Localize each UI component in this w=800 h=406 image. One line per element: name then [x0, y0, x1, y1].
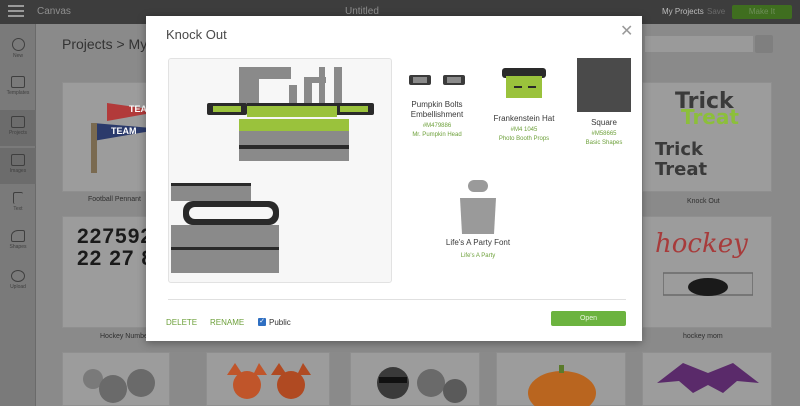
project-preview	[168, 58, 392, 283]
project-details-modal: Knock Out ✕ Pumpkin Bolts Embellishment …	[146, 16, 642, 341]
modal-divider	[168, 299, 626, 300]
save-link[interactable]: Save	[707, 7, 725, 16]
rail-label: Images	[9, 168, 27, 174]
shapes-icon	[11, 230, 25, 242]
project-preview-art	[171, 67, 374, 273]
component-cartridge[interactable]: Mr. Pumpkin Head	[395, 131, 479, 140]
left-rail: New Templates Projects Images Text Shape…	[0, 24, 36, 406]
component-cartridge[interactable]: Photo Booth Props	[482, 135, 566, 144]
rail-item-projects[interactable]: Projects	[0, 110, 36, 146]
number-art: 22 27 8	[77, 247, 155, 270]
frankenstein-hat-thumbnail	[502, 68, 546, 98]
pumpkin-art	[528, 365, 596, 406]
image-icon	[11, 154, 25, 166]
upload-icon	[11, 270, 25, 282]
rail-label: Shapes	[9, 244, 27, 250]
component-cartridge[interactable]: Life's A Party	[436, 252, 520, 261]
rail-item-upload[interactable]: Upload	[0, 264, 36, 300]
component-code[interactable]: #M4 1045	[482, 126, 566, 135]
knockout-art-word: Treat	[681, 105, 739, 129]
rail-label: New	[12, 53, 23, 59]
close-icon[interactable]: ✕	[620, 24, 633, 40]
public-checkbox[interactable]: ✓	[258, 318, 266, 326]
component-square[interactable]: Square #M58665 Basic Shapes	[562, 58, 646, 148]
rail-label: Text	[13, 206, 23, 212]
app-name: Canvas	[37, 6, 71, 17]
component-name: Square	[591, 118, 617, 127]
rail-label: Upload	[10, 284, 26, 290]
pumpkin-bolts-thumbnail	[409, 75, 465, 85]
pennant-text: TEAM	[111, 126, 137, 136]
puck-art	[663, 272, 753, 296]
shirt-icon	[11, 76, 25, 88]
public-label: Public	[269, 318, 291, 327]
project-card-fox[interactable]	[206, 352, 330, 406]
rail-item-new[interactable]: New	[0, 32, 36, 68]
text-icon	[13, 192, 23, 204]
squirrel-art	[83, 369, 155, 403]
component-code[interactable]: #M58665	[562, 130, 646, 139]
project-card-raccoon[interactable]	[350, 352, 480, 406]
project-card-squirrel[interactable]	[62, 352, 170, 406]
project-card-knockout[interactable]: Trick Treat Trick Treat	[642, 82, 772, 192]
card-label: Hockey Number	[100, 333, 151, 340]
project-card-hockey-mom[interactable]: hockey	[642, 216, 772, 328]
component-lifes-a-party-font[interactable]: Life's A Party Font Life's A Party	[436, 180, 520, 261]
component-code[interactable]: #M479886	[395, 122, 479, 131]
project-card-bat[interactable]	[642, 352, 772, 406]
rail-label: Projects	[8, 130, 28, 136]
make-it-button[interactable]: Make It	[732, 5, 792, 19]
rename-button[interactable]: RENAME	[210, 318, 244, 327]
plus-icon	[11, 38, 25, 51]
card-label: hockey mom	[683, 333, 723, 340]
card-label: Knock Out	[687, 198, 720, 205]
rail-item-images[interactable]: Images	[0, 148, 36, 184]
rail-item-text[interactable]: Text	[0, 186, 36, 222]
raccoon-art	[377, 367, 467, 403]
my-projects-link[interactable]: My Projects	[662, 7, 704, 16]
breadcrumb[interactable]: Projects > My	[62, 36, 147, 52]
hamburger-menu-icon[interactable]	[8, 5, 24, 19]
square-thumbnail	[577, 58, 631, 112]
rail-label: Templates	[6, 90, 30, 96]
component-pumpkin-bolts[interactable]: Pumpkin Bolts Embellishment #M479886 Mr.…	[395, 72, 479, 140]
knockout-art-word: Trick	[655, 139, 703, 160]
component-name: Pumpkin Bolts Embellishment	[410, 100, 464, 119]
component-frankenstein-hat[interactable]: Frankenstein Hat #M4 1045 Photo Booth Pr…	[482, 66, 566, 144]
font-thumbnail	[460, 180, 496, 234]
search-input[interactable]	[645, 36, 753, 52]
component-name: Frankenstein Hat	[493, 114, 555, 123]
projects-icon	[11, 116, 25, 128]
component-cartridge[interactable]: Basic Shapes	[562, 139, 646, 148]
card-label: Football Pennant	[88, 196, 141, 203]
rail-item-templates[interactable]: Templates	[0, 70, 36, 106]
open-button[interactable]: Open	[551, 311, 626, 326]
bat-art	[657, 363, 759, 393]
rail-item-shapes[interactable]: Shapes	[0, 224, 36, 260]
knockout-art-word: Treat	[655, 159, 708, 180]
number-art: 227592	[77, 225, 154, 248]
project-card-pumpkin[interactable]	[496, 352, 626, 406]
modal-title: Knock Out	[166, 27, 227, 42]
delete-button[interactable]: DELETE	[166, 318, 197, 327]
hockey-art: hockey	[655, 229, 748, 259]
component-name: Life's A Party Font	[445, 238, 511, 247]
fox-art	[227, 363, 311, 399]
search-icon[interactable]	[755, 35, 773, 53]
